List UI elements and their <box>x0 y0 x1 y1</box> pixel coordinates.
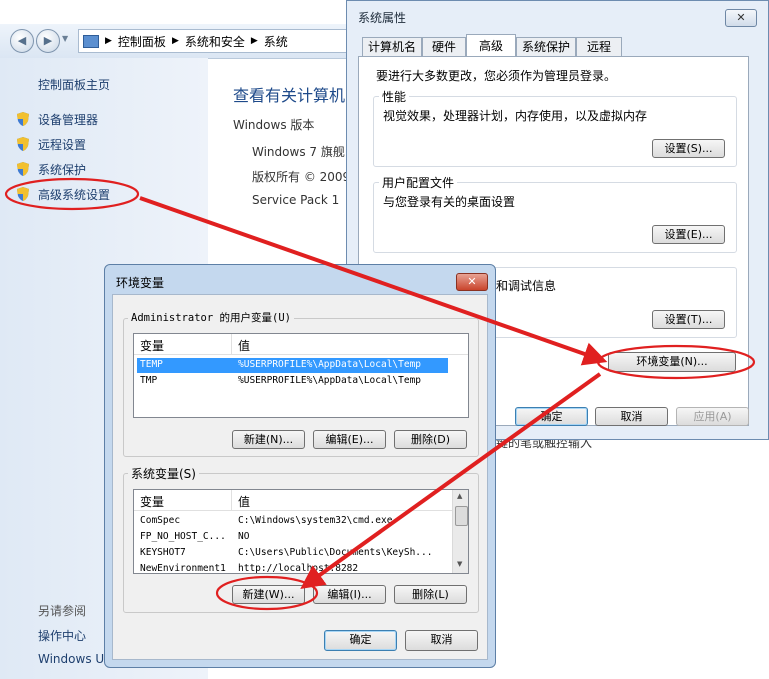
system-new-button[interactable]: 新建(W)... <box>232 585 305 604</box>
variable-name: FP_NO_HOST_C... <box>140 531 226 542</box>
window-top-strip <box>0 0 350 24</box>
user-variables-list[interactable]: 变量 值 TEMP %USERPROFILE%\AppData\Local\Te… <box>133 333 469 418</box>
user-profiles-settings-button[interactable]: 设置(E)... <box>652 225 725 244</box>
breadcrumb-security[interactable]: 系统和安全 <box>185 33 245 50</box>
variable-name: TEMP <box>140 359 163 370</box>
performance-title: 性能 <box>379 88 410 105</box>
performance-settings-button[interactable]: 设置(S)... <box>652 139 725 158</box>
tab-hardware[interactable]: 硬件 <box>422 37 466 56</box>
sidebar-link-windows-update[interactable]: Windows U <box>38 652 104 666</box>
variable-value: C:\Windows\system32\cmd.exe <box>238 515 393 526</box>
sidebar-item-device-manager[interactable]: 设备管理器 <box>38 111 98 128</box>
edition-heading: Windows 版本 <box>233 118 315 132</box>
variable-value: %USERPROFILE%\AppData\Local\Temp <box>238 359 422 370</box>
sidebar-home-link[interactable]: 控制面板主页 <box>38 76 110 93</box>
see-also-heading: 另请参阅 <box>38 604 87 618</box>
column-divider <box>231 334 232 354</box>
breadcrumb-separator: ▶ <box>105 36 112 46</box>
admin-note: 要进行大多数更改，您必须作为管理员登录。 <box>376 69 617 83</box>
tab-system-protection[interactable]: 系统保护 <box>516 37 576 56</box>
variable-value: C:\Users\Public\Documents\KeySh... <box>238 547 433 558</box>
startup-recovery-description: 和调试信息 <box>496 279 557 293</box>
chevron-down-icon[interactable]: ▼ <box>62 34 68 43</box>
environment-variables-button[interactable]: 环境变量(N)... <box>608 352 736 372</box>
variable-value: NO <box>238 531 250 542</box>
tab-remote[interactable]: 远程 <box>576 37 622 56</box>
table-row[interactable]: FP_NO_HOST_C... NO <box>137 530 448 545</box>
scroll-up-icon[interactable]: ▲ <box>457 492 462 500</box>
env-ok-button[interactable]: 确定 <box>324 630 397 651</box>
breadcrumb-control-panel[interactable]: 控制面板 <box>118 33 166 50</box>
table-row[interactable]: ComSpec C:\Windows\system32\cmd.exe <box>137 514 448 529</box>
dialog-title: 系统属性 <box>358 11 407 25</box>
list-header: 变量 值 <box>134 334 468 355</box>
scroll-down-icon[interactable]: ▼ <box>457 560 462 568</box>
variable-name: KEYSHOT7 <box>140 547 186 558</box>
user-new-button[interactable]: 新建(N)... <box>232 430 305 449</box>
user-profiles-title: 用户配置文件 <box>379 174 458 191</box>
list-header: 变量 值 <box>134 490 452 511</box>
shield-icon <box>17 137 29 151</box>
column-header-variable[interactable]: 变量 <box>140 493 164 510</box>
system-edit-button[interactable]: 编辑(I)... <box>313 585 386 604</box>
user-delete-button[interactable]: 删除(D) <box>394 430 467 449</box>
breadcrumb-separator: ▶ <box>171 36 179 46</box>
table-row[interactable]: KEYSHOT7 C:\Users\Public\Documents\KeySh… <box>137 546 448 561</box>
back-icon[interactable]: ◀ <box>10 29 34 53</box>
system-variables-list[interactable]: 变量 值 ComSpec C:\Windows\system32\cmd.exe… <box>133 489 469 574</box>
user-edit-button[interactable]: 编辑(E)... <box>313 430 386 449</box>
tab-computer-name[interactable]: 计算机名 <box>362 37 422 56</box>
table-row[interactable]: NewEnvironment1 http://localhost:8282 <box>137 562 448 574</box>
column-divider <box>231 490 232 510</box>
sidebar-item-remote-settings[interactable]: 远程设置 <box>38 136 86 153</box>
shield-icon <box>17 112 29 126</box>
variable-name: TMP <box>140 375 158 386</box>
service-pack-value: Service Pack 1 <box>252 193 340 207</box>
startup-recovery-settings-button[interactable]: 设置(T)... <box>652 310 725 329</box>
edition-value: Windows 7 旗舰 <box>252 145 345 159</box>
apply-button[interactable]: 应用(A) <box>676 407 749 426</box>
computer-icon <box>83 34 99 48</box>
column-header-variable[interactable]: 变量 <box>140 337 164 354</box>
copyright-value: 版权所有 © 2009 <box>252 170 351 184</box>
env-cancel-button[interactable]: 取消 <box>405 630 478 651</box>
dialog-title: 环境变量 <box>116 276 165 290</box>
address-bar[interactable]: ▶ 控制面板 ▶ 系统和安全 ▶ 系统 <box>78 29 355 53</box>
variable-value: http://localhost:8282 <box>238 563 359 574</box>
variable-name: NewEnvironment1 <box>140 563 226 574</box>
column-header-value[interactable]: 值 <box>238 337 250 354</box>
ok-button[interactable]: 确定 <box>515 407 588 426</box>
table-row[interactable]: TEMP %USERPROFILE%\AppData\Local\Temp <box>137 358 448 373</box>
user-variables-title: Administrator 的用户变量(U) <box>128 310 294 325</box>
breadcrumb-system[interactable]: 系统 <box>264 33 288 50</box>
system-variables-title: 系统变量(S) <box>128 465 199 482</box>
sidebar-link-action-center[interactable]: 操作中心 <box>38 627 86 644</box>
sidebar-item-advanced-settings[interactable]: 高级系统设置 <box>38 186 110 203</box>
forward-icon[interactable]: ▶ <box>36 29 60 53</box>
table-row[interactable]: TMP %USERPROFILE%\AppData\Local\Temp <box>137 374 448 389</box>
sidebar-item-system-protection[interactable]: 系统保护 <box>38 161 86 178</box>
shield-icon <box>17 187 29 201</box>
scroll-thumb[interactable] <box>455 506 468 526</box>
shield-icon <box>17 162 29 176</box>
vertical-scrollbar[interactable]: ▲ ▼ <box>452 490 468 573</box>
cancel-button[interactable]: 取消 <box>595 407 668 426</box>
system-delete-button[interactable]: 删除(L) <box>394 585 467 604</box>
performance-description: 视觉效果，处理器计划，内存使用，以及虚拟内存 <box>383 109 648 123</box>
column-header-value[interactable]: 值 <box>238 493 250 510</box>
page-title: 查看有关计算机 <box>233 86 346 105</box>
variable-value: %USERPROFILE%\AppData\Local\Temp <box>238 375 422 386</box>
breadcrumb-separator: ▶ <box>250 36 258 46</box>
tab-advanced[interactable]: 高级 <box>466 34 516 57</box>
variable-name: ComSpec <box>140 515 181 526</box>
close-icon[interactable]: ✕ <box>725 9 757 27</box>
user-profiles-description: 与您登录有关的桌面设置 <box>383 195 516 209</box>
close-icon[interactable]: ✕ <box>456 273 488 291</box>
